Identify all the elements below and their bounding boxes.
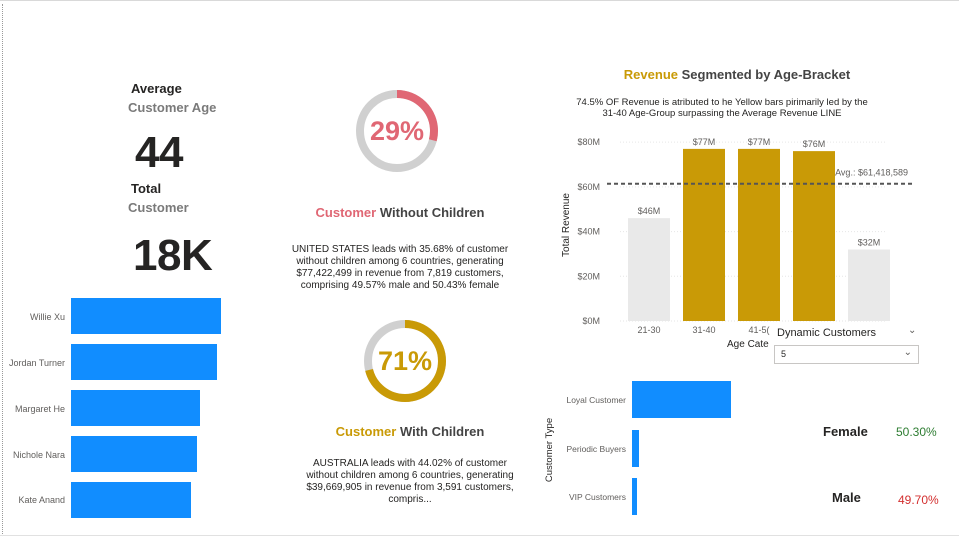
top-customer-label: Kate Anand bbox=[18, 495, 65, 505]
without-children-description: UNITED STATES leads with 35.68% of custo… bbox=[291, 244, 509, 291]
revenue-bar[interactable] bbox=[738, 148, 780, 321]
bar-data-label: $46M bbox=[638, 206, 661, 216]
top-customer-bar[interactable] bbox=[71, 344, 217, 380]
customer-type-axis-title: Customer Type bbox=[544, 418, 555, 482]
x-tick-label: 31-40 bbox=[692, 325, 715, 335]
customer-type-label: VIP Customers bbox=[568, 492, 626, 502]
title-rest: Without Children bbox=[376, 205, 485, 220]
x-axis-title: Age Cate bbox=[727, 339, 769, 350]
avg-age-label: Average bbox=[131, 81, 182, 96]
x-tick-label: 41-5( bbox=[748, 325, 769, 335]
total-customer-label: Total bbox=[131, 181, 162, 196]
chevron-down-icon: ⌄ bbox=[903, 347, 912, 358]
top-customer-label: Jordan Turner bbox=[8, 358, 65, 368]
average-line-label: Avg.: $61,418,589 bbox=[835, 168, 908, 178]
revenue-chart: $0M $20M $40M $60M $80M $46M 21-30 $77M 31-40 $7… bbox=[561, 137, 915, 350]
male-label: Male bbox=[832, 490, 861, 505]
top-customer-bar[interactable] bbox=[71, 436, 197, 472]
avg-age-value: 44 bbox=[135, 128, 183, 177]
total-customer-sublabel: Customer bbox=[128, 200, 189, 215]
top-customer-label: Willie Xu bbox=[29, 312, 65, 322]
revenue-bar[interactable] bbox=[628, 218, 670, 321]
customer-type-bar[interactable] bbox=[632, 478, 637, 515]
customer-type-bar[interactable] bbox=[632, 430, 639, 467]
bar-data-label: $32M bbox=[858, 237, 881, 247]
y-tick-label: $80M bbox=[577, 137, 600, 147]
bottom-border bbox=[0, 535, 959, 536]
title-accent: Customer bbox=[335, 424, 397, 439]
total-customer-value: 18K bbox=[133, 231, 213, 280]
bar-data-label: $76M bbox=[803, 139, 826, 149]
female-label: Female bbox=[823, 424, 868, 439]
title-rest: With Children bbox=[396, 424, 485, 439]
axis-title-text: Customer Type bbox=[544, 418, 555, 482]
customer-type-label: Loyal Customer bbox=[566, 395, 626, 405]
revenue-bar[interactable] bbox=[793, 151, 835, 321]
subtitle-line: 74.5% OF Revenue is atributed to he Yell… bbox=[576, 97, 868, 108]
customer-type-bar[interactable] bbox=[632, 381, 731, 418]
subtitle-line: 31-40 Age-Group surpassing the Average R… bbox=[602, 108, 842, 119]
top-customers-chart: Willie Xu Jordan Turner Margaret He Nich… bbox=[0, 295, 240, 525]
revenue-chart-title: Revenue Segmented by Age-Bracket bbox=[580, 67, 894, 82]
revenue-bar[interactable] bbox=[683, 148, 725, 321]
female-value: 50.30% bbox=[896, 425, 937, 439]
with-children-donut: 71% bbox=[364, 320, 446, 402]
revenue-bar[interactable] bbox=[848, 249, 890, 321]
avg-age-sublabel: Customer Age bbox=[128, 100, 217, 115]
y-tick-label: $60M bbox=[577, 182, 600, 192]
with-children-title: Customer With Children bbox=[310, 424, 510, 439]
revenue-chart-subtitle: 74.5% OF Revenue is atributed to he Yell… bbox=[550, 97, 894, 119]
top-customer-bar[interactable] bbox=[71, 390, 200, 426]
top-border bbox=[0, 0, 959, 1]
customer-type-chart: Customer Type Loyal Customer Periodic Bu… bbox=[540, 375, 750, 520]
without-children-donut: 29% bbox=[356, 90, 438, 172]
x-tick-label: 21-30 bbox=[637, 325, 660, 335]
without-children-percent: 29% bbox=[370, 116, 424, 146]
slicer-collapse-icon[interactable]: ⌄ bbox=[908, 325, 916, 336]
top-customer-label: Nichole Nara bbox=[12, 450, 65, 460]
y-tick-label: $40M bbox=[577, 227, 600, 237]
slicer-value: 5 bbox=[781, 349, 787, 359]
top-customer-bar[interactable] bbox=[71, 298, 221, 334]
without-children-title: Customer Without Children bbox=[300, 205, 500, 220]
top-customer-label: Margaret He bbox=[14, 404, 65, 414]
y-tick-label: $20M bbox=[577, 271, 600, 281]
slicer-title: Dynamic Customers bbox=[777, 327, 877, 339]
bar-data-label: $77M bbox=[693, 137, 716, 147]
with-children-description: AUSTRALIA leads with 44.02% of customer … bbox=[306, 458, 514, 505]
slicer-dropdown[interactable]: 5 ⌄ bbox=[774, 345, 919, 364]
title-rest: Segmented by Age-Bracket bbox=[678, 67, 851, 82]
bar-data-label: $77M bbox=[748, 137, 771, 147]
top-customer-bar[interactable] bbox=[71, 482, 191, 518]
y-tick-label: $0M bbox=[582, 316, 600, 326]
title-accent: Revenue bbox=[623, 67, 678, 82]
with-children-percent: 71% bbox=[378, 346, 432, 376]
customer-type-label: Periodic Buyers bbox=[566, 444, 626, 454]
y-axis-title: Total Revenue bbox=[561, 193, 572, 257]
title-accent: Customer bbox=[315, 205, 377, 220]
male-value: 49.70% bbox=[898, 493, 939, 507]
